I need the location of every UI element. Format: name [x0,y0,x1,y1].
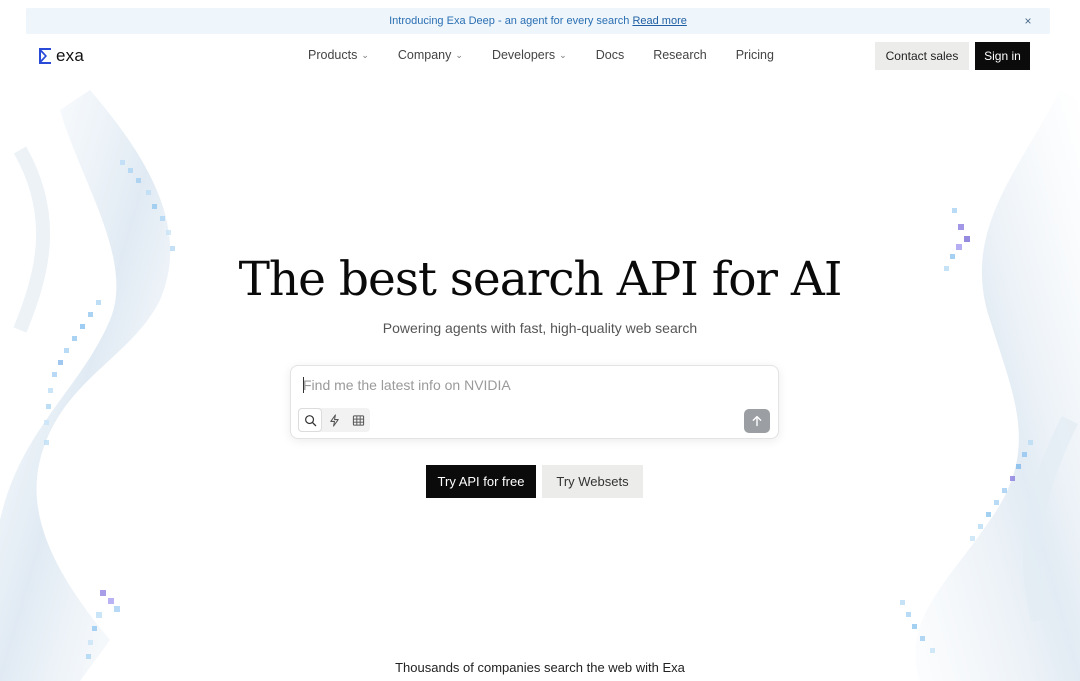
contact-sales-button[interactable]: Contact sales [875,42,969,70]
arrow-up-icon [752,415,762,427]
announcement-bar: Introducing Exa Deep - an agent for ever… [26,8,1050,34]
search-box [290,365,779,439]
hero-subtitle: Powering agents with fast, high-quality … [382,320,698,336]
nav-item-research[interactable]: Research [653,48,707,62]
nav-item-docs[interactable]: Docs [596,48,624,62]
decorative-wave-art-left [0,90,175,681]
top-nav: exa Products ⌄ Company ⌄ Developers ⌄ Do… [0,40,1080,72]
websets-mode-button[interactable] [346,408,370,432]
nav-item-label: Developers [491,48,556,62]
exa-logo-icon [39,48,51,64]
search-icon [304,414,316,426]
search-mode-button[interactable] [298,408,322,432]
fast-mode-button[interactable] [322,408,346,432]
sign-in-button[interactable]: Sign in [975,42,1030,70]
nav-item-label: Company [397,48,452,62]
close-icon[interactable]: × [1020,13,1036,29]
nav-item-company[interactable]: Company ⌄ [398,48,463,62]
nav-item-pricing[interactable]: Pricing [736,48,774,62]
lightning-icon [329,413,339,427]
nav-menu: Products ⌄ Company ⌄ Developers ⌄ Docs R… [308,48,803,62]
nav-item-products[interactable]: Products ⌄ [308,48,369,62]
companies-tagline: Thousands of companies search the web wi… [395,660,685,675]
nav-item-label: Products [308,48,358,62]
nav-item-label: Pricing [735,48,774,62]
brand-name: exa [56,46,85,65]
announcement-text: Introducing Exa Deep - an agent for ever… [389,15,630,27]
try-websets-button[interactable]: Try Websets [542,465,643,498]
logo[interactable]: exa [38,46,84,66]
try-api-button[interactable]: Try API for free [426,465,536,498]
read-more-link[interactable]: Read more [632,15,686,27]
table-grid-icon [352,414,364,426]
page: Introducing Exa Deep - an agent for ever… [0,0,1080,681]
decorative-wave-art-right [900,90,1080,681]
nav-item-label: Docs [595,48,625,62]
submit-search-button[interactable] [744,409,770,433]
page-title: The best search API for AI [238,252,843,307]
chevron-down-icon: ⌄ [361,49,369,60]
nav-item-developers[interactable]: Developers ⌄ [492,48,567,62]
search-mode-toggle [298,408,370,432]
chevron-down-icon: ⌄ [559,49,567,60]
chevron-down-icon: ⌄ [455,49,463,60]
search-input[interactable] [303,375,743,395]
nav-item-label: Research [653,48,707,62]
